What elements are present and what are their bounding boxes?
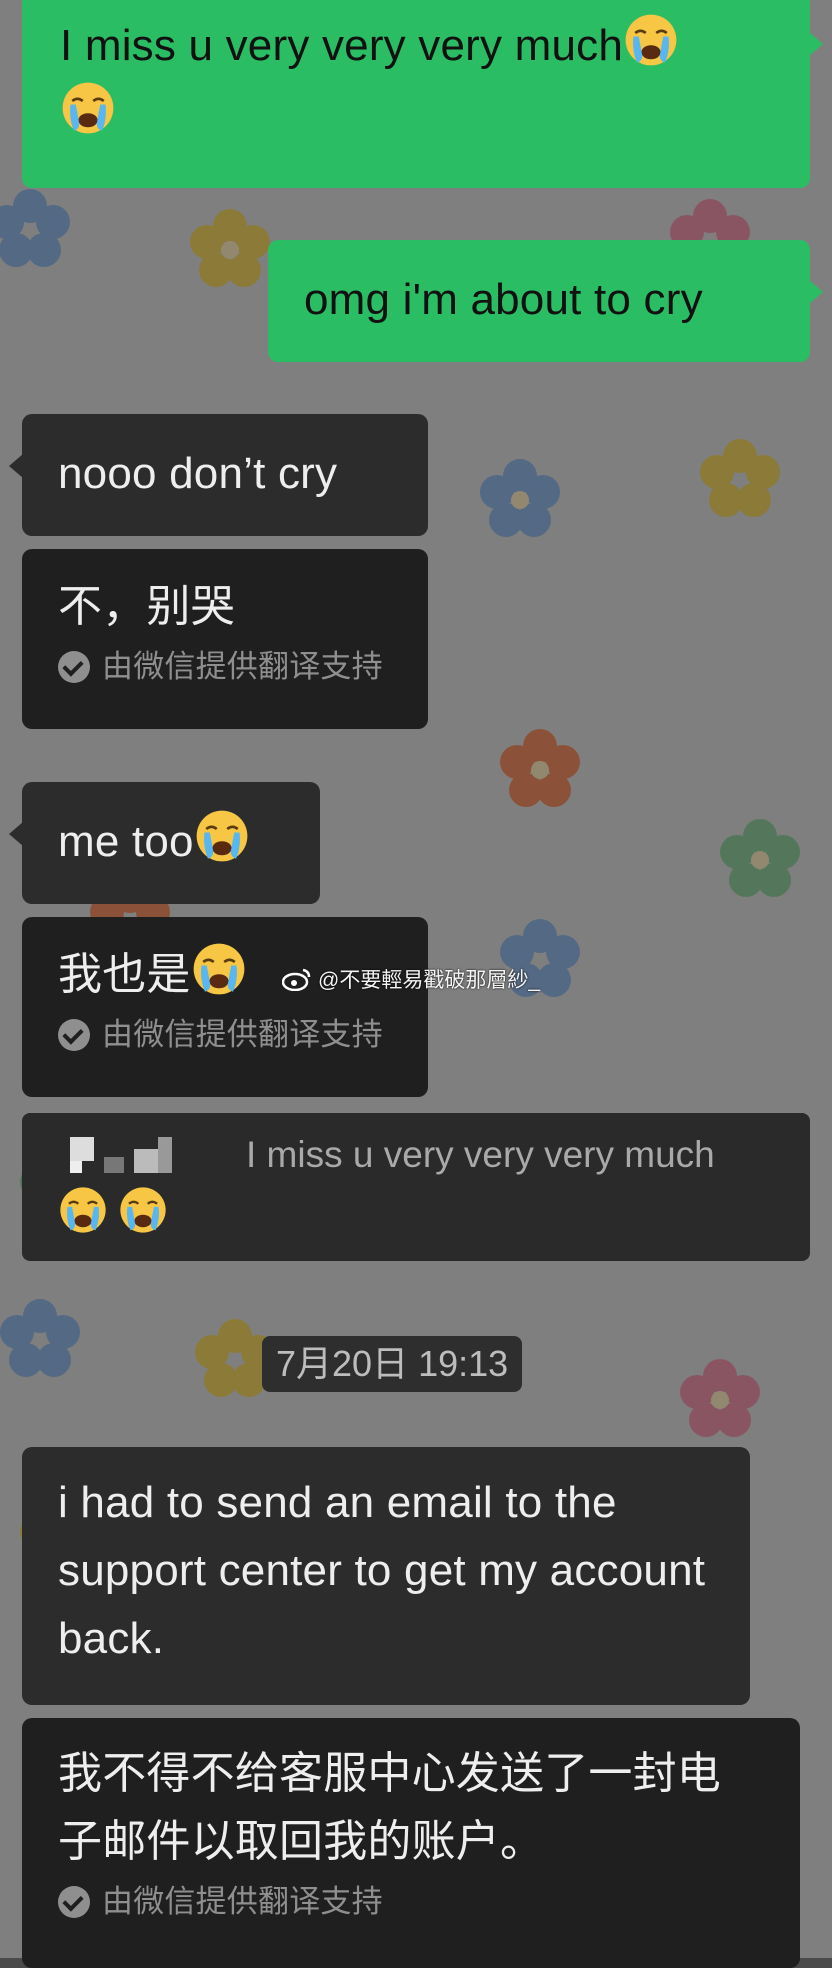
received-message-bubble[interactable]: nooo don’t cry (9, 414, 428, 536)
translated-text: 我不得不给客服中心发送了一封电子邮件以取回我的账户。 (58, 1749, 721, 1866)
received-message-bubble[interactable]: me too (9, 782, 320, 904)
message-text: i had to send an email to the support ce… (58, 1478, 706, 1663)
pixelated-avatar (58, 1127, 188, 1183)
translation-bubble[interactable]: 不，别哭 由微信提供翻译支持 (22, 549, 428, 729)
loudly-crying-emoji (623, 12, 679, 68)
translation-bubble[interactable]: 我也是 由微信提供翻译支持 (22, 917, 428, 1097)
loudly-crying-emoji (191, 941, 247, 997)
check-circle-icon (58, 1886, 90, 1918)
loudly-crying-emoji (118, 1185, 168, 1235)
message-text: omg i'm about to cry (304, 275, 703, 324)
message-text: I miss u very very very much (60, 21, 624, 70)
message-text: nooo don’t cry (58, 449, 338, 498)
translation-bubble[interactable]: 我不得不给客服中心发送了一封电子邮件以取回我的账户。 由微信提供翻译支持 (22, 1718, 800, 1968)
translation-attribution: 由微信提供翻译支持 (58, 647, 392, 687)
weibo-watermark: @不要輕易戳破那層紗_ (282, 964, 540, 994)
sent-message-bubble[interactable]: I miss u very very very much (22, 0, 823, 188)
translation-attribution: 由微信提供翻译支持 (58, 1882, 764, 1922)
loudly-crying-emoji (194, 808, 250, 864)
received-message-bubble[interactable]: i had to send an email to the support ce… (22, 1447, 750, 1705)
quoted-message[interactable]: I miss u very very very much (22, 1113, 810, 1261)
check-circle-icon (58, 651, 90, 683)
quoted-text: I miss u very very very much (246, 1134, 715, 1175)
sent-message-bubble[interactable]: omg i'm about to cry (268, 240, 823, 362)
loudly-crying-emoji (60, 80, 116, 136)
translated-text: 不，别哭 (58, 582, 235, 631)
translation-attribution: 由微信提供翻译支持 (58, 1015, 392, 1055)
loudly-crying-emoji (58, 1185, 108, 1235)
check-circle-icon (58, 1019, 90, 1051)
weibo-icon (282, 968, 311, 991)
translated-text: 我也是 (58, 950, 191, 999)
message-timestamp: 7月20日 19:13 (262, 1336, 523, 1392)
message-text: me too (58, 817, 194, 866)
